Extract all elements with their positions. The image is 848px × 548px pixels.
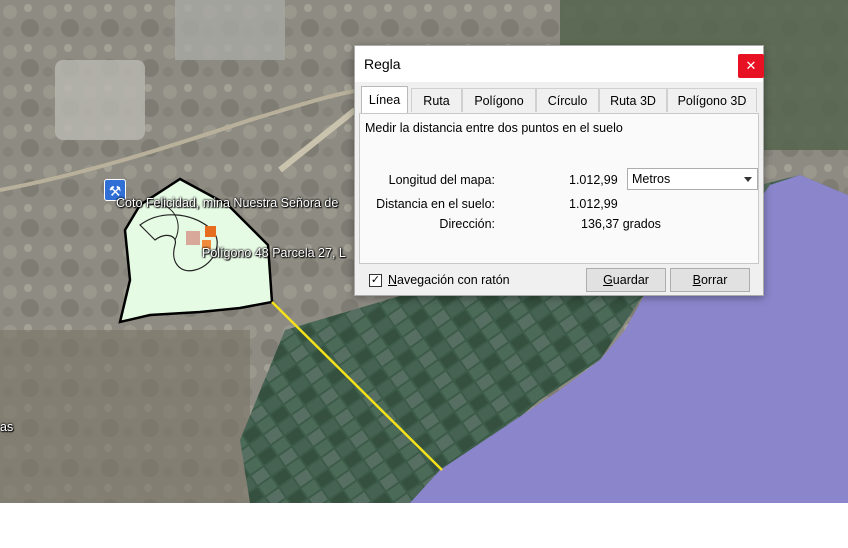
map-length-value: 1.012,99 bbox=[569, 173, 618, 187]
mouse-navigation-accel: N bbox=[388, 273, 398, 287]
mouse-navigation-checkbox[interactable]: ✓ bbox=[369, 274, 382, 287]
map-length-label: Longitud del mapa: bbox=[388, 173, 495, 187]
mouse-navigation-label[interactable]: Navegación con ratón bbox=[388, 273, 510, 287]
dialog-title: Regla bbox=[364, 56, 401, 72]
ruler-dialog: Regla ✕ Línea Ruta Polígono Círculo Ruta… bbox=[354, 45, 764, 296]
tab-circulo[interactable]: Círculo bbox=[536, 88, 599, 112]
clear-accel: B bbox=[692, 273, 701, 287]
clear-label-rest: orrar bbox=[700, 273, 728, 287]
mouse-navigation-label-rest: avegación con ratón bbox=[397, 273, 510, 287]
map-label-parcel[interactable]: Polígono 48 Parcela 27, L bbox=[202, 246, 346, 260]
check-icon: ✓ bbox=[370, 274, 381, 286]
direction-label: Dirección: bbox=[439, 217, 495, 231]
tab-poligono[interactable]: Polígono bbox=[462, 88, 536, 112]
save-label-rest: uardar bbox=[612, 273, 649, 287]
clear-button[interactable]: Borrar bbox=[670, 268, 750, 292]
direction-value: 136,37 grados bbox=[581, 217, 661, 231]
unit-select[interactable]: Metros bbox=[627, 168, 758, 190]
save-accel: G bbox=[603, 273, 613, 287]
chevron-down-icon bbox=[744, 177, 752, 182]
line-tab-panel: Medir la distancia entre dos puntos en e… bbox=[359, 113, 759, 264]
close-button[interactable]: ✕ bbox=[738, 54, 764, 78]
tab-linea[interactable]: Línea bbox=[361, 86, 408, 114]
close-icon: ✕ bbox=[745, 58, 757, 73]
save-button[interactable]: Guardar bbox=[586, 268, 666, 292]
dialog-titlebar[interactable]: Regla ✕ bbox=[355, 46, 764, 82]
measure-description: Medir la distancia entre dos puntos en e… bbox=[365, 121, 623, 135]
tab-ruta-3d[interactable]: Ruta 3D bbox=[599, 88, 667, 112]
ground-distance-label: Distancia en el suelo: bbox=[376, 197, 495, 211]
unit-select-value: Metros bbox=[632, 172, 671, 186]
tab-poligono-3d[interactable]: Polígono 3D bbox=[667, 88, 757, 112]
tab-ruta[interactable]: Ruta bbox=[411, 88, 462, 112]
map-label-mine[interactable]: Coto Felicidad, mina Nuestra Señora de bbox=[116, 196, 338, 210]
map-label-edge: as bbox=[0, 420, 14, 434]
ground-distance-value: 1.012,99 bbox=[569, 197, 618, 211]
